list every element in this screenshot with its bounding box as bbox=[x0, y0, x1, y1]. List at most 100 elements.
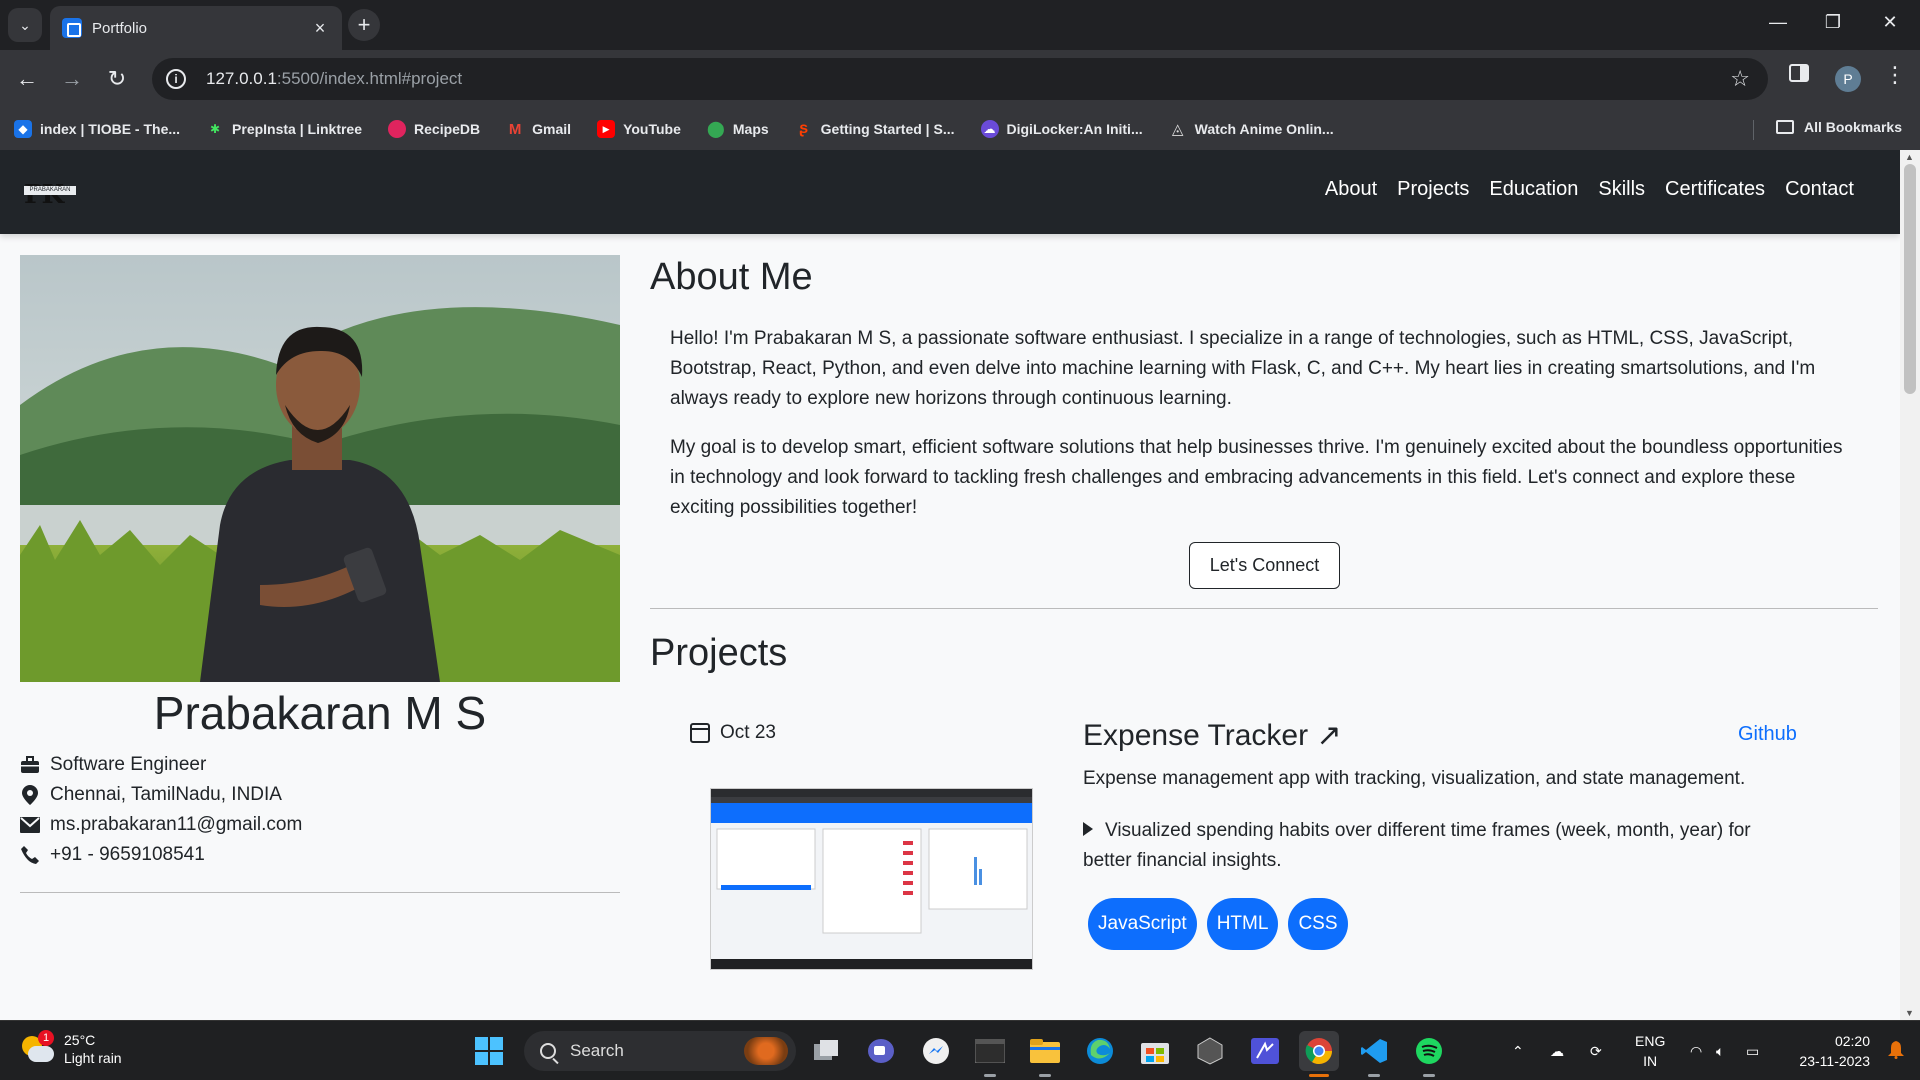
chevron-down-icon: ⌄ bbox=[19, 16, 31, 33]
envelope-icon bbox=[20, 815, 40, 835]
recipedb-icon bbox=[388, 120, 407, 138]
projects-heading: Projects bbox=[650, 632, 788, 674]
bookmark-digilocker[interactable]: ☁ DigiLocker:An Initi... bbox=[980, 120, 1143, 138]
svelte-icon: ʂ bbox=[799, 120, 809, 137]
edge-icon[interactable] bbox=[1080, 1031, 1120, 1071]
project-screenshot[interactable] bbox=[710, 788, 1033, 970]
sync-icon[interactable]: ⟳ bbox=[1590, 1021, 1602, 1080]
windows-icon bbox=[475, 1037, 503, 1065]
url-host: 127.0.0.1 bbox=[206, 69, 277, 88]
scroll-down-icon[interactable]: ▼ bbox=[1905, 1008, 1914, 1018]
info-phone: +91 - 9659108541 bbox=[20, 844, 205, 866]
tiobe-icon: ◆ bbox=[14, 120, 32, 138]
bookmark-gmail[interactable]: M Gmail bbox=[506, 120, 571, 138]
email-text[interactable]: ms.prabakaran11@gmail.com bbox=[50, 814, 302, 836]
weather-desc: Light rain bbox=[64, 1050, 122, 1066]
nav-projects[interactable]: Projects bbox=[1397, 178, 1469, 201]
task-view-icon[interactable] bbox=[807, 1031, 847, 1071]
spotify-icon[interactable] bbox=[1409, 1031, 1449, 1077]
bookmark-maps[interactable]: ⬤ Maps bbox=[707, 120, 769, 138]
bookmark-anime[interactable]: ◬ Watch Anime Onlin... bbox=[1169, 120, 1334, 138]
window-close-icon[interactable]: ✕ bbox=[1878, 12, 1902, 33]
scroll-up-icon[interactable]: ▲ bbox=[1905, 152, 1914, 162]
site-info-icon[interactable]: i bbox=[166, 69, 186, 89]
new-tab-button[interactable]: + bbox=[348, 9, 380, 41]
bookmarks-bar: ◆ index | TIOBE - The... ✱ PrepInsta | Lin… bbox=[0, 108, 1920, 150]
nav-links: About Projects Education Skills Certific… bbox=[1325, 178, 1854, 201]
messenger-icon[interactable] bbox=[916, 1031, 956, 1071]
right-divider bbox=[650, 608, 1878, 609]
side-panel-icon[interactable] bbox=[1789, 64, 1809, 82]
project-description: Expense management app with tracking, vi… bbox=[1083, 768, 1746, 789]
address-bar[interactable]: i 127.0.0.1 :5500/index.html#project ☆ bbox=[152, 58, 1768, 100]
map-pin-icon bbox=[20, 785, 40, 805]
info-email: ms.prabakaran11@gmail.com bbox=[20, 814, 302, 836]
menu-kebab-icon[interactable]: ⋮ bbox=[1884, 62, 1906, 88]
tab-search-button[interactable]: ⌄ bbox=[8, 8, 42, 42]
wifi-icon[interactable]: ◠ bbox=[1690, 1021, 1702, 1080]
restore-icon[interactable]: ❐ bbox=[1821, 12, 1845, 33]
briefcase-icon bbox=[20, 755, 40, 775]
weather-badge: 1 bbox=[38, 1030, 54, 1046]
weather-icon: 1 bbox=[20, 1030, 54, 1064]
github-link[interactable]: Github bbox=[1738, 723, 1797, 746]
site-logo[interactable]: PK bbox=[24, 180, 64, 210]
system-clock[interactable]: 02:20 23-11-2023 bbox=[1799, 1031, 1870, 1071]
bookmark-youtube[interactable]: ▶ YouTube bbox=[597, 120, 681, 138]
page-scrollbar[interactable]: ▲ ▼ bbox=[1900, 150, 1920, 1020]
favicon-icon bbox=[62, 18, 82, 38]
profile-photo bbox=[20, 255, 620, 682]
windows-taskbar: 1 25°C Light rain Search ⌃ ☁ ⟳ ENG IN ◠ … bbox=[0, 1020, 1920, 1080]
reload-icon[interactable]: ↻ bbox=[100, 62, 134, 96]
external-arrow-icon: ↗ bbox=[1316, 719, 1342, 752]
bookmark-star-icon[interactable]: ☆ bbox=[1730, 66, 1750, 92]
teams-meet-icon[interactable] bbox=[861, 1031, 901, 1071]
tag-css: CSS bbox=[1288, 898, 1348, 950]
bookmark-svelte[interactable]: ʂ Getting Started | S... bbox=[795, 120, 954, 138]
profile-name: Prabakaran M S bbox=[153, 687, 487, 739]
bookmark-tiobe[interactable]: ◆ index | TIOBE - The... bbox=[14, 120, 180, 138]
project-title[interactable]: Expense Tracker ↗ bbox=[1083, 718, 1342, 753]
terminal-icon[interactable] bbox=[970, 1031, 1010, 1077]
project-bullet: Visualized spending habits over differen… bbox=[1083, 820, 1751, 871]
notification-bell-icon[interactable] bbox=[1888, 1041, 1904, 1059]
page-viewport: PK PRABAKARAN About Projects Education S… bbox=[0, 150, 1920, 1020]
volume-icon[interactable]: 🔈︎ bbox=[1716, 1021, 1724, 1080]
phone-icon bbox=[20, 845, 40, 865]
url-path: :5500/index.html#project bbox=[276, 69, 463, 88]
all-bookmarks-button[interactable]: All Bookmarks bbox=[1775, 119, 1902, 135]
minimize-icon[interactable]: — bbox=[1766, 12, 1790, 33]
whiteboard-icon[interactable] bbox=[1245, 1031, 1285, 1071]
nav-about[interactable]: About bbox=[1325, 178, 1377, 201]
bookmark-recipedb[interactable]: RecipeDB bbox=[388, 120, 480, 138]
chrome-icon[interactable] bbox=[1299, 1031, 1339, 1077]
tray-overflow-icon[interactable]: ⌃ bbox=[1512, 1021, 1524, 1080]
phone-text[interactable]: +91 - 9659108541 bbox=[50, 844, 205, 866]
profile-avatar[interactable]: P bbox=[1835, 66, 1861, 92]
nav-certificates[interactable]: Certificates bbox=[1665, 178, 1765, 201]
folder-icon bbox=[1775, 120, 1794, 134]
taskbar-search[interactable]: Search bbox=[524, 1031, 796, 1071]
nav-skills[interactable]: Skills bbox=[1598, 178, 1645, 201]
weather-widget[interactable]: 1 25°C Light rain bbox=[20, 1030, 122, 1067]
file-explorer-icon[interactable] bbox=[1025, 1031, 1065, 1077]
lets-connect-button[interactable]: Let's Connect bbox=[1189, 542, 1340, 589]
tab-portfolio[interactable]: Portfolio × bbox=[50, 6, 342, 50]
vscode-icon[interactable] bbox=[1354, 1031, 1394, 1077]
close-icon[interactable]: × bbox=[310, 18, 330, 39]
start-button[interactable] bbox=[469, 1031, 509, 1071]
weather-temp: 25°C bbox=[64, 1032, 96, 1048]
battery-icon[interactable]: ▭ bbox=[1746, 1021, 1759, 1080]
back-icon[interactable]: ← bbox=[10, 62, 44, 96]
unity-icon[interactable] bbox=[1190, 1031, 1230, 1071]
forward-icon[interactable]: → bbox=[55, 62, 89, 96]
nav-education[interactable]: Education bbox=[1489, 178, 1578, 201]
nav-contact[interactable]: Contact bbox=[1785, 178, 1854, 201]
scrollbar-thumb[interactable] bbox=[1904, 164, 1916, 394]
language-indicator[interactable]: ENG IN bbox=[1635, 1031, 1665, 1071]
browser-toolbar: ← → ↻ i 127.0.0.1 :5500/index.html#proje… bbox=[0, 50, 1920, 108]
onedrive-icon[interactable]: ☁ bbox=[1550, 1021, 1564, 1080]
bookmark-prepinsta[interactable]: ✱ PrepInsta | Linktree bbox=[206, 120, 362, 138]
triangle-bullet-icon bbox=[1083, 821, 1093, 836]
store-icon[interactable] bbox=[1135, 1031, 1175, 1071]
